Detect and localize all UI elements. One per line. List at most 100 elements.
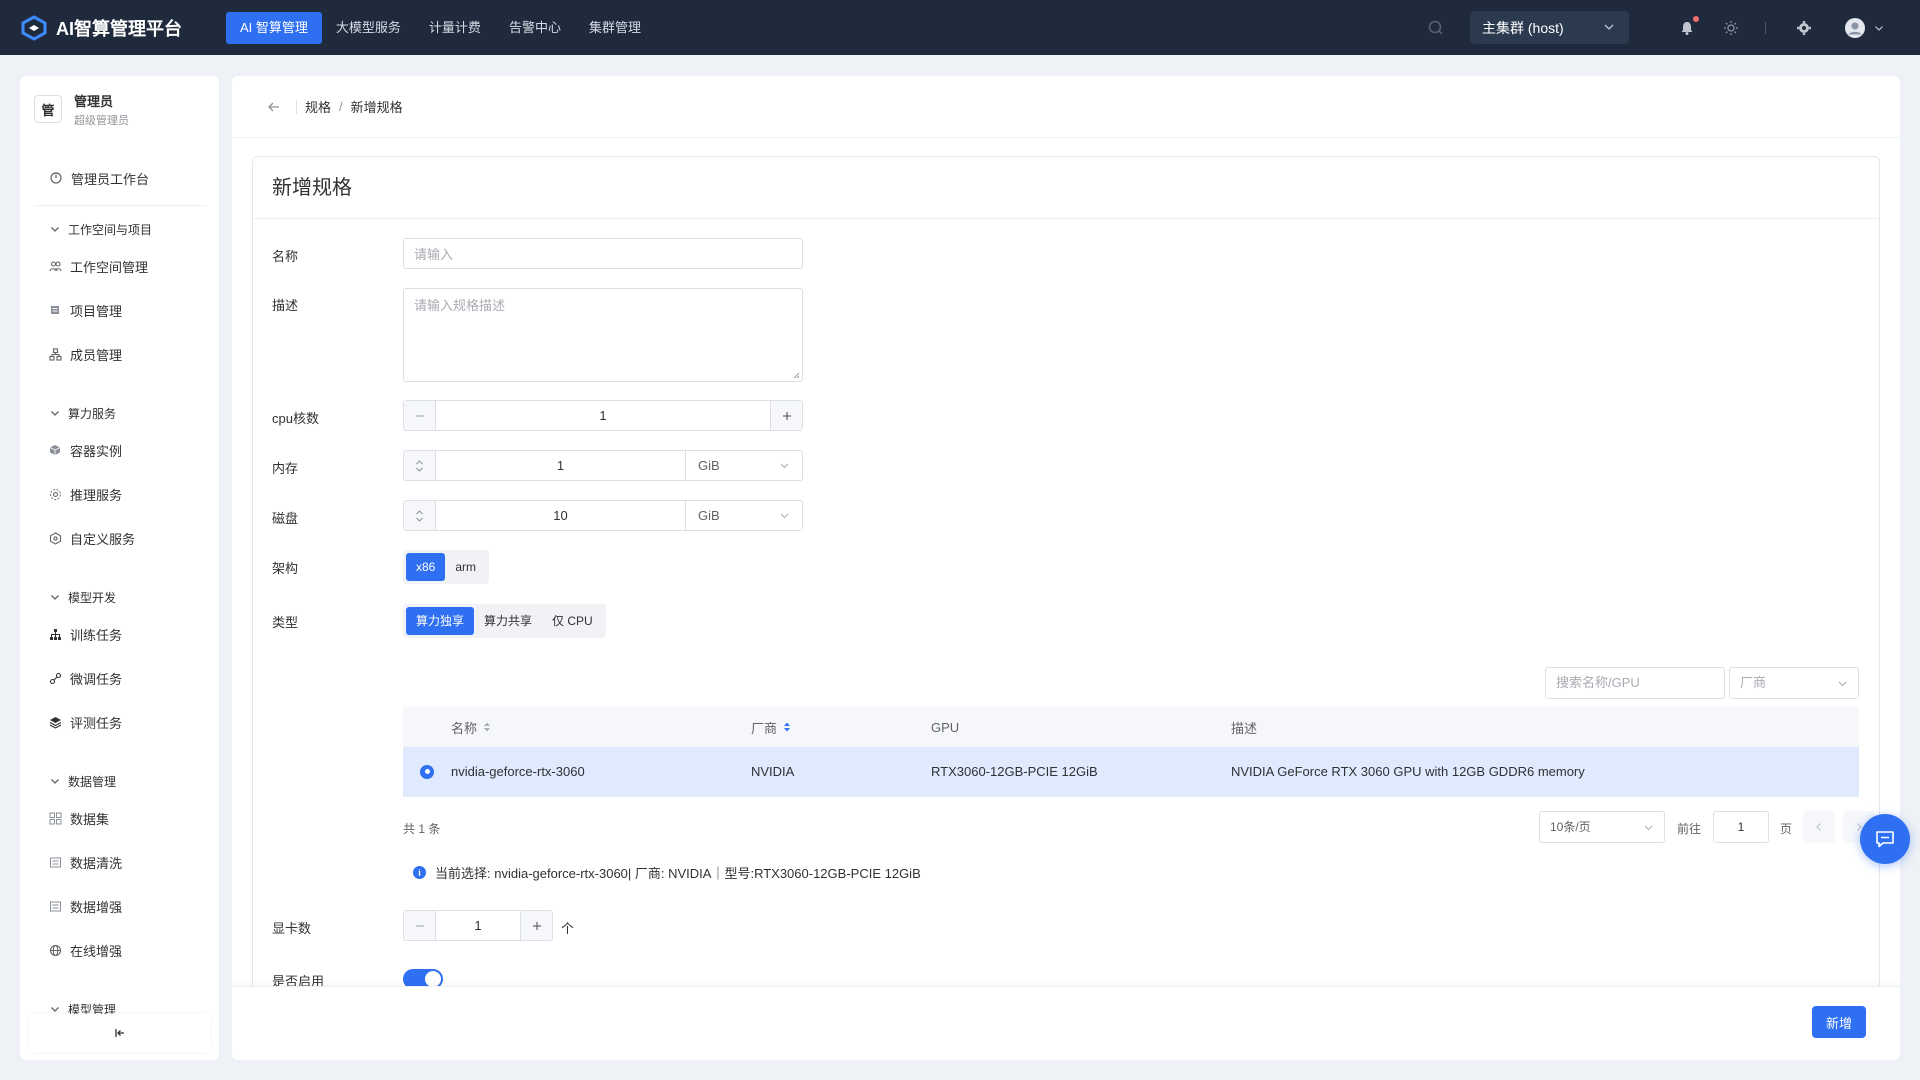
gpu-count-stepper[interactable]: 1 — [403, 910, 553, 941]
resize-grip-icon[interactable] — [793, 372, 800, 379]
goto-page-input[interactable]: 1 — [1713, 811, 1769, 843]
sidebar-group-data[interactable]: 数据管理 — [20, 763, 219, 799]
app-logo[interactable]: AI智算管理平台 — [20, 14, 206, 42]
architecture-option-x86[interactable]: x86 — [406, 553, 446, 581]
nav-ai-compute[interactable]: AI 智算管理 — [226, 11, 322, 44]
sidebar-item-workspace-manage[interactable]: 工作空间管理 — [20, 248, 219, 284]
sidebar-group-model-dev[interactable]: 模型开发 — [20, 579, 219, 615]
name-input[interactable]: 请输入 — [403, 238, 803, 269]
disk-value[interactable]: 10 — [436, 501, 686, 530]
selection-info-text: 当前选择: nvidia-geforce-rtx-3060| 厂商: NVIDI… — [435, 866, 921, 881]
user-name: 管理员 — [74, 93, 114, 109]
chat-assistant-button[interactable] — [1860, 814, 1910, 864]
sort-icon[interactable] — [783, 721, 791, 733]
sidebar-item-data-clean[interactable]: 数据清洗 — [20, 844, 219, 880]
disk-spinner[interactable] — [404, 501, 436, 530]
description-label: 描述 — [272, 298, 299, 313]
sidebar-item-workbench[interactable]: 管理员工作台 — [20, 160, 219, 196]
sidebar-item-finetune[interactable]: 微调任务 — [20, 660, 219, 696]
settings-button[interactable] — [1794, 18, 1814, 38]
name-input-placeholder: 请输入 — [414, 247, 454, 262]
prev-page-button[interactable] — [1803, 811, 1835, 843]
table-header-name[interactable]: 名称 — [451, 718, 751, 737]
type-option-shared[interactable]: 算力共享 — [474, 607, 542, 635]
submit-add-button[interactable]: 新增 — [1812, 1006, 1866, 1038]
sidebar-group-compute[interactable]: 算力服务 — [20, 395, 219, 431]
sidebar-item-dataset[interactable]: 数据集 — [20, 800, 219, 836]
table-header-description: 描述 — [1231, 720, 1258, 736]
nav-billing[interactable]: 计量计费 — [415, 12, 495, 44]
gpu-count-value[interactable]: 1 — [436, 911, 520, 940]
sidebar-item-online-augment[interactable]: 在线增强 — [20, 932, 219, 968]
architecture-option-arm[interactable]: arm — [445, 553, 486, 581]
type-option-exclusive[interactable]: 算力独享 — [406, 607, 475, 635]
sidebar-item-label: 自定义服务 — [70, 531, 136, 547]
gpu-search-input[interactable]: 搜索名称/GPU — [1545, 667, 1725, 699]
page-size-select[interactable]: 10条/页 — [1539, 811, 1665, 843]
table-header-vendor[interactable]: 厂商 — [751, 718, 931, 737]
memory-spinner[interactable] — [404, 451, 436, 480]
org-chart-icon — [48, 347, 62, 361]
row-radio[interactable] — [403, 764, 451, 779]
chevron-up-icon[interactable] — [415, 459, 424, 466]
cpu-decrement-button[interactable] — [404, 401, 436, 430]
memory-unit-select[interactable]: GiB — [686, 451, 802, 480]
user-avatar-icon — [1845, 17, 1865, 38]
cell-vendor: NVIDIA — [751, 764, 795, 779]
vendor-select[interactable]: 厂商 — [1729, 667, 1859, 699]
layers-icon — [48, 715, 62, 729]
sidebar-item-label: 数据集 — [70, 811, 110, 827]
sidebar-item-training[interactable]: 训练任务 — [20, 616, 219, 652]
nav-cluster[interactable]: 集群管理 — [575, 12, 655, 44]
chevron-down-icon — [1644, 825, 1653, 831]
cell-name: nvidia-geforce-rtx-3060 — [451, 764, 585, 779]
chevron-down-icon — [1875, 25, 1883, 31]
nav-llm-service[interactable]: 大模型服务 — [322, 12, 415, 44]
user-menu[interactable] — [1842, 17, 1886, 38]
sidebar-group-label: 工作空间与项目 — [68, 222, 153, 237]
back-arrow-icon[interactable] — [266, 99, 282, 115]
search-icon[interactable] — [1426, 18, 1446, 38]
sidebar-item-evaluation[interactable]: 评测任务 — [20, 704, 219, 740]
radio-selected-icon — [420, 764, 434, 779]
sidebar-item-member-manage[interactable]: 成员管理 — [20, 336, 219, 372]
cpu-value[interactable]: 1 — [436, 401, 770, 430]
disk-unit-select[interactable]: GiB — [686, 501, 802, 530]
gpu-count-decrement-button[interactable] — [404, 911, 436, 940]
sort-icon[interactable] — [483, 721, 491, 733]
grid-icon — [48, 811, 62, 825]
sidebar-item-label: 成员管理 — [70, 347, 123, 363]
page-title: 新增规格 — [253, 157, 1879, 219]
chevron-down-icon — [48, 774, 62, 788]
breadcrumb-parent[interactable]: 规格 — [305, 97, 331, 116]
page-size-value: 10条/页 — [1550, 820, 1591, 834]
disk-input-group: 10 GiB — [403, 500, 803, 531]
sidebar-item-container[interactable]: 容器实例 — [20, 432, 219, 468]
sidebar-item-custom-service[interactable]: 自定义服务 — [20, 520, 219, 556]
description-textarea[interactable]: 请输入规格描述 — [403, 288, 803, 382]
theme-toggle-button[interactable] — [1721, 18, 1741, 38]
table-row[interactable]: nvidia-geforce-rtx-3060 NVIDIA RTX3060-1… — [403, 747, 1859, 797]
type-option-cpu-only[interactable]: 仅 CPU — [542, 607, 603, 635]
cpu-stepper[interactable]: 1 — [403, 400, 803, 431]
chevron-up-icon[interactable] — [415, 509, 424, 516]
minus-icon — [415, 414, 424, 417]
chevron-down-icon[interactable] — [415, 516, 424, 523]
bell-icon — [1681, 21, 1693, 35]
nav-alerts[interactable]: 告警中心 — [495, 12, 575, 44]
notifications-button[interactable] — [1677, 15, 1699, 38]
sidebar-item-inference[interactable]: 推理服务 — [20, 476, 219, 512]
type-segmented: 算力独享 算力共享 仅 CPU — [403, 604, 606, 638]
memory-value[interactable]: 1 — [436, 451, 686, 480]
sidebar-collapse-button[interactable] — [29, 1014, 210, 1052]
cpu-increment-button[interactable] — [770, 401, 802, 430]
chevron-down-icon[interactable] — [415, 466, 424, 473]
sidebar-group-workspace[interactable]: 工作空间与项目 — [20, 211, 219, 247]
cluster-select[interactable]: 主集群 (host) — [1470, 11, 1629, 44]
vendor-select-placeholder: 厂商 — [1740, 675, 1767, 690]
sidebar-item-data-augment[interactable]: 数据增强 — [20, 888, 219, 924]
sidebar-item-project-manage[interactable]: 项目管理 — [20, 292, 219, 328]
gpu-count-increment-button[interactable] — [520, 911, 552, 940]
architecture-segmented: x86 arm — [403, 550, 490, 584]
gear-icon — [1797, 20, 1811, 35]
